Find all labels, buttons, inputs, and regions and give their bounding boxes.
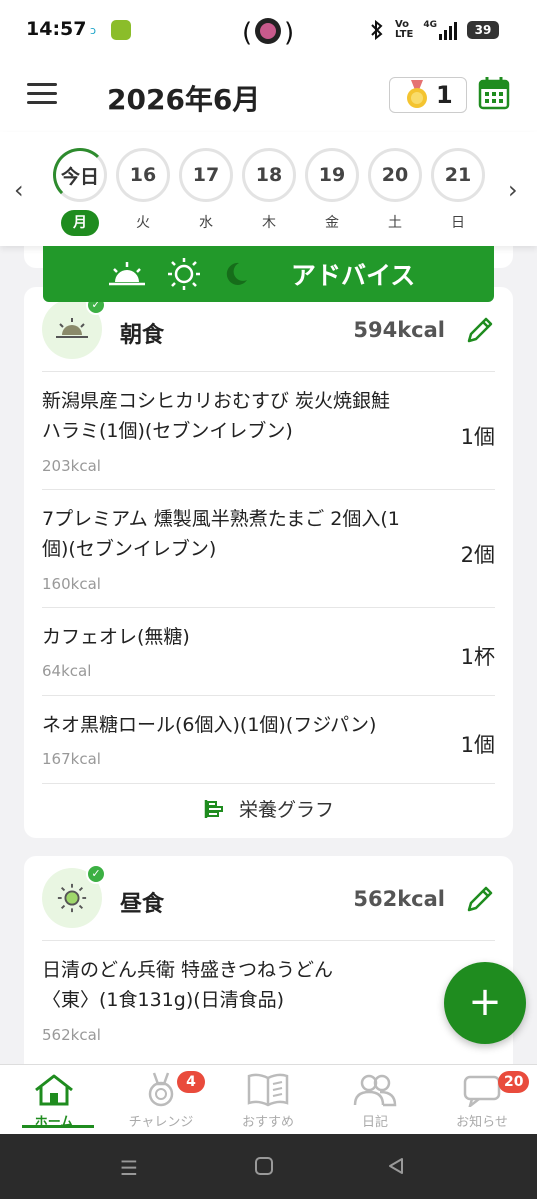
status-icons: Vo LTE 4G 39 [369, 18, 499, 42]
medal-count-button[interactable]: 1 [389, 77, 467, 113]
battery-icon: 39 [467, 21, 499, 39]
tab-home[interactable]: ホーム [4, 1071, 104, 1130]
weekday-label: 月 [61, 210, 99, 236]
sun-icon [168, 258, 200, 290]
home-button-icon[interactable] [254, 1156, 274, 1181]
meal-kcal: 562kcal [353, 887, 445, 911]
day-circle: 16 [116, 148, 170, 202]
day-circle: 今日 [53, 148, 107, 202]
moon-icon [226, 262, 247, 285]
signal-icon: 4G [423, 20, 457, 40]
bottom-navigation: ホーム チャレンジ 4 おすすめ 日記 お知らせ 20 [0, 1064, 537, 1134]
status-bar: 14:57 ↄ ( ) Vo LTE 4G 39 [0, 0, 537, 62]
medal-count: 1 [436, 81, 453, 109]
day-16[interactable]: 16 火 [115, 148, 171, 236]
people-icon [353, 1074, 397, 1107]
food-item[interactable]: 7プレミアム 燻製風半熟煮たまご 2個入(1 個)(セブンイレブン) 160kc… [42, 489, 495, 607]
sun-icon [57, 883, 87, 913]
food-qty: 1個 [460, 733, 495, 757]
network-type: 4G [423, 20, 437, 30]
tab-label: 日記 [361, 1115, 388, 1130]
weekday-label: 土 [388, 215, 402, 231]
food-kcal: 64kcal [42, 662, 92, 680]
notification-badge: 20 [498, 1071, 530, 1093]
advice-banner[interactable]: アドバイス [43, 246, 494, 302]
day-19[interactable]: 19 金 [304, 148, 360, 236]
medal-icon [148, 1072, 174, 1107]
tab-label: おすすめ [241, 1115, 294, 1130]
day-circle: 19 [305, 148, 359, 202]
edit-pencil-icon[interactable] [465, 884, 495, 914]
lunch-card: ✓ 昼食 562kcal 日清のどん兵衛 特盛きつねうどん 〈東〉(1食131g… [24, 856, 513, 1076]
weekday-label: 水 [199, 215, 213, 231]
nutrition-graph-link[interactable]: 栄養グラフ [24, 795, 513, 822]
bar-graph-icon [204, 799, 223, 818]
book-icon [247, 1073, 289, 1107]
food-kcal: 562kcal [42, 1026, 101, 1044]
volte-icon: Vo LTE [394, 19, 414, 40]
divider [42, 783, 495, 784]
tab-diary[interactable]: 日記 [325, 1071, 425, 1130]
breakfast-card: ✓ 朝食 594kcal 新潟県産コシヒカリおむすび 炭火焼銀鮭 ハラミ(1個)… [24, 287, 513, 838]
back-button-icon[interactable] [386, 1156, 406, 1181]
system-navigation-bar: ☰ [0, 1134, 537, 1199]
month-title[interactable]: 2026年6月 [107, 78, 260, 118]
food-item[interactable]: 日清のどん兵衛 特盛きつねうどん 〈東〉(1食131g)(日清食品) 562kc… [42, 940, 495, 1058]
active-tab-indicator [22, 1125, 94, 1128]
weekday-label: 火 [136, 215, 150, 231]
add-meal-button[interactable]: + [444, 962, 526, 1044]
challenge-badge: 4 [177, 1071, 205, 1093]
home-icon [35, 1074, 73, 1106]
hamburger-menu-icon[interactable] [27, 83, 57, 107]
day-circle: 18 [242, 148, 296, 202]
edit-pencil-icon[interactable] [465, 315, 495, 345]
medal-icon [407, 80, 427, 108]
tab-recommend[interactable]: おすすめ [218, 1071, 318, 1130]
nutrition-graph-label: 栄養グラフ [238, 799, 334, 821]
weekday-label: 日 [451, 215, 465, 231]
weekday-label: 木 [262, 215, 276, 231]
tab-label: お知らせ [456, 1115, 508, 1130]
food-qty: 1個 [460, 425, 495, 449]
day-circle: 20 [368, 148, 422, 202]
day-circle: 21 [431, 148, 485, 202]
meal-kcal: 594kcal [353, 318, 445, 342]
day-18[interactable]: 18 木 [241, 148, 297, 236]
camera-cutout-icon: ( ) [242, 18, 294, 48]
day-17[interactable]: 17 水 [178, 148, 234, 236]
food-item[interactable]: ネオ黒糖ロール(6個入)(1個)(フジパン) 167kcal 1個 [42, 695, 495, 783]
svg-text:): ) [284, 18, 294, 48]
next-week-arrow-icon[interactable]: › [508, 178, 528, 202]
food-kcal: 160kcal [42, 575, 101, 593]
weekday-label: 金 [325, 215, 339, 231]
chat-icon [463, 1075, 501, 1107]
date-strip: ‹ 今日 月 16 火 17 水 18 木 19 金 20 土 21 日 › [0, 132, 537, 246]
bluetooth-icon [371, 20, 383, 40]
meal-title: 昼食 [120, 892, 165, 917]
food-item[interactable]: 新潟県産コシヒカリおむすび 炭火焼銀鮭 ハラミ(1個)(セブンイレブン) 203… [42, 371, 495, 489]
day-circle: 17 [179, 148, 233, 202]
app-header: 2026年6月 1 [0, 62, 537, 132]
sunrise-icon [109, 262, 145, 286]
food-item[interactable]: カフェオレ(無糖) 64kcal 1杯 [42, 607, 495, 695]
completed-check-icon: ✓ [86, 864, 106, 884]
day-21[interactable]: 21 日 [430, 148, 486, 236]
food-kcal: 167kcal [42, 750, 101, 768]
notification-app-icon-2 [111, 20, 131, 40]
food-qty: 1杯 [460, 645, 495, 669]
prev-week-arrow-icon[interactable]: ‹ [14, 178, 34, 202]
recent-apps-icon[interactable]: ☰ [120, 1156, 138, 1180]
status-time: 14:57 [26, 18, 87, 40]
food-kcal: 203kcal [42, 457, 101, 475]
meal-title: 朝食 [120, 323, 165, 348]
day-today[interactable]: 今日 月 [52, 148, 108, 236]
notification-app-icon: ↄ [90, 24, 97, 37]
advice-label: アドバイス [291, 261, 416, 290]
sunrise-icon [56, 318, 88, 338]
day-20[interactable]: 20 土 [367, 148, 423, 236]
svg-text:(: ( [242, 18, 252, 48]
food-qty: 2個 [460, 543, 495, 567]
tab-label: チャレンジ [128, 1115, 194, 1130]
calendar-icon[interactable] [478, 76, 510, 110]
